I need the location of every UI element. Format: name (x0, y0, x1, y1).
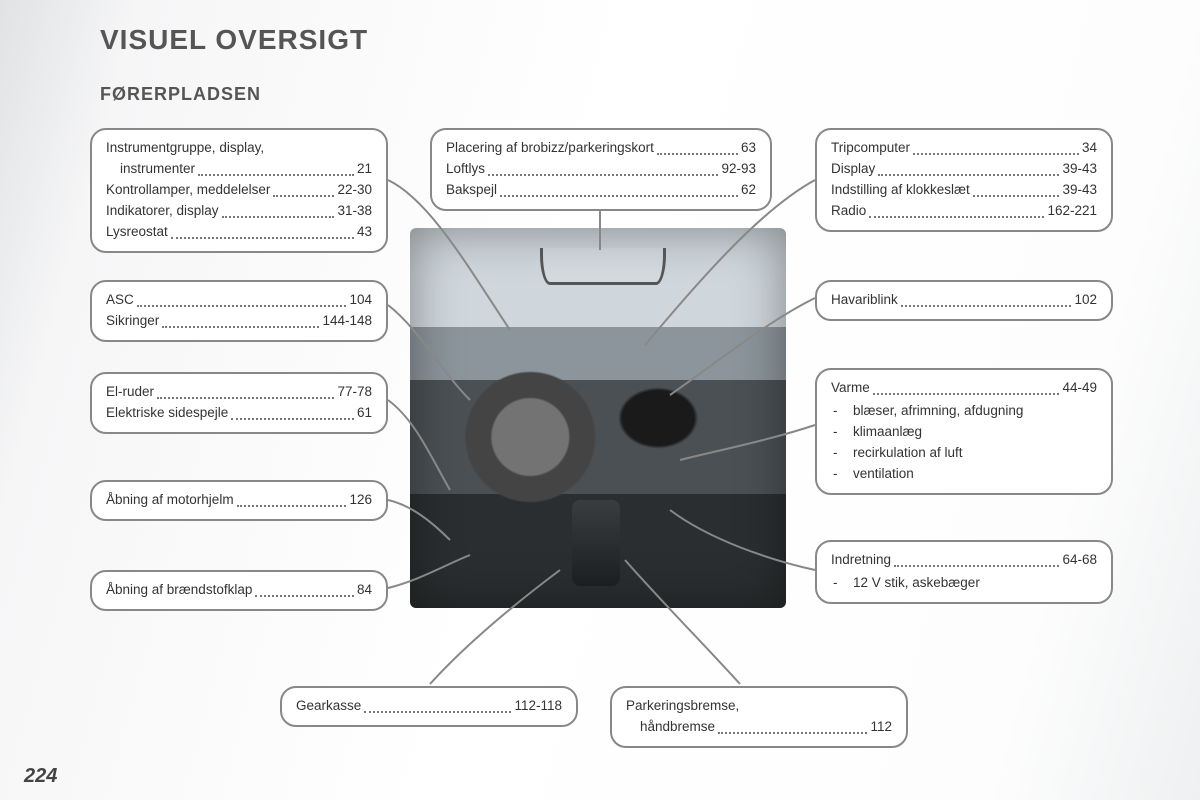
page-ref: 22-30 (337, 180, 372, 201)
callout-asc-sikringer: ASC 104 Sikringer 144-148 (90, 280, 388, 342)
callout-label: Åbning af motorhjelm (106, 490, 234, 511)
callout-motorhjelm: Åbning af motorhjelm 126 (90, 480, 388, 521)
callout-label: Elektriske sidespejle (106, 403, 228, 424)
callout-label: Parkeringsbremse, (626, 696, 739, 717)
leader-dots (901, 290, 1072, 307)
callout-label: Åbning af brændstofklap (106, 580, 252, 601)
leader-dots (913, 138, 1079, 155)
callout-label: Indstilling af klokkeslæt (831, 180, 970, 201)
callout-label: Loftlys (446, 159, 485, 180)
leader-dots (222, 201, 335, 218)
callout-loftlys: Placering af brobizz/parkeringskort 63 Lof… (430, 128, 772, 211)
page-ref: 31-38 (337, 201, 372, 222)
callout-label: instrumenter (106, 159, 195, 180)
page-ref: 84 (357, 580, 372, 601)
callout-gearkasse: Gearkasse 112-118 (280, 686, 578, 727)
leader-dots (171, 222, 354, 239)
page-ref: 21 (357, 159, 372, 180)
page-subtitle: FØRERPLADSEN (100, 84, 261, 105)
leader-dots (364, 696, 511, 713)
leader-dots (198, 159, 354, 176)
page-ref: 44-49 (1062, 378, 1097, 399)
callout-bullets: blæser, afrimning, afdugningklimaanlægre… (831, 401, 1097, 485)
page-ref: 39-43 (1062, 180, 1097, 201)
leader-dots (255, 580, 354, 597)
page-ref: 104 (349, 290, 372, 311)
callout-label: Bakspejl (446, 180, 497, 201)
callout-label: ASC (106, 290, 134, 311)
callout-label: Varme (831, 378, 870, 399)
callout-label: Havariblink (831, 290, 898, 311)
callout-bullet-item: klimaanlæg (831, 422, 1097, 443)
callout-label: Sikringer (106, 311, 159, 332)
leader-dots (657, 138, 738, 155)
page-ref: 63 (741, 138, 756, 159)
callout-elruder: El-ruder 77-78 Elektriske sidespejle 61 (90, 372, 388, 434)
callout-instrumentgruppe: Instrumentgruppe, display,instrumenter 21… (90, 128, 388, 253)
leader-dots (500, 180, 738, 197)
page-title: VISUEL OVERSIGT (100, 24, 368, 56)
callout-label: Instrumentgruppe, display, (106, 138, 264, 159)
page-ref: 102 (1074, 290, 1097, 311)
callout-tripcomputer: Tripcomputer 34 Display 39-43 Indstilling af… (815, 128, 1113, 232)
callout-label: Radio (831, 201, 866, 222)
leader-dots (273, 180, 334, 197)
callout-label: Tripcomputer (831, 138, 910, 159)
page-ref: 43 (357, 222, 372, 243)
page-number: 224 (24, 765, 57, 788)
callout-varme: Varme 44-49blæser, afrimning, afdugningkl… (815, 368, 1113, 495)
page-ref: 112 (870, 717, 892, 738)
page-ref: 77-78 (337, 382, 372, 403)
leader-dots (157, 382, 334, 399)
callout-indretning: Indretning 64-6812 V stik, askebæger (815, 540, 1113, 604)
callout-label: Display (831, 159, 875, 180)
callout-bullets: 12 V stik, askebæger (831, 573, 1097, 594)
page-ref: 144-148 (322, 311, 372, 332)
leader-dots (873, 378, 1060, 395)
leader-dots (237, 490, 347, 507)
callout-braendstofklap: Åbning af brændstofklap 84 (90, 570, 388, 611)
leader-dots (878, 159, 1059, 176)
leader-dots (162, 311, 319, 328)
page-ref: 34 (1082, 138, 1097, 159)
leader-dots (137, 290, 347, 307)
callout-bullet-item: 12 V stik, askebæger (831, 573, 1097, 594)
leader-dots (231, 403, 354, 420)
page-ref: 162-221 (1047, 201, 1097, 222)
callout-bullet-item: recirkulation af luft (831, 443, 1097, 464)
page-ref: 126 (349, 490, 372, 511)
leader-dots (973, 180, 1060, 197)
callout-bullet-item: blæser, afrimning, afdugning (831, 401, 1097, 422)
callout-label: Placering af brobizz/parkeringskort (446, 138, 654, 159)
page-ref: 62 (741, 180, 756, 201)
callout-parkeringsbremse: Parkeringsbremse,håndbremse 112 (610, 686, 908, 748)
page-ref: 92-93 (721, 159, 756, 180)
callout-bullet-item: ventilation (831, 464, 1097, 485)
callout-label: Indretning (831, 550, 891, 571)
leader-dots (894, 550, 1059, 567)
page-ref: 112-118 (514, 696, 562, 717)
leader-dots (869, 201, 1044, 218)
callout-label: Kontrollamper, meddelelser (106, 180, 270, 201)
leader-dots (718, 717, 867, 734)
page-ref: 61 (357, 403, 372, 424)
callout-label: Lysreostat (106, 222, 168, 243)
callout-label: Indikatorer, display (106, 201, 219, 222)
callout-label: håndbremse (626, 717, 715, 738)
callout-label: Gearkasse (296, 696, 361, 717)
callout-havariblink: Havariblink 102 (815, 280, 1113, 321)
callout-label: El-ruder (106, 382, 154, 403)
leader-dots (488, 159, 718, 176)
page-ref: 64-68 (1062, 550, 1097, 571)
page-ref: 39-43 (1062, 159, 1097, 180)
dashboard-illustration (410, 228, 786, 608)
